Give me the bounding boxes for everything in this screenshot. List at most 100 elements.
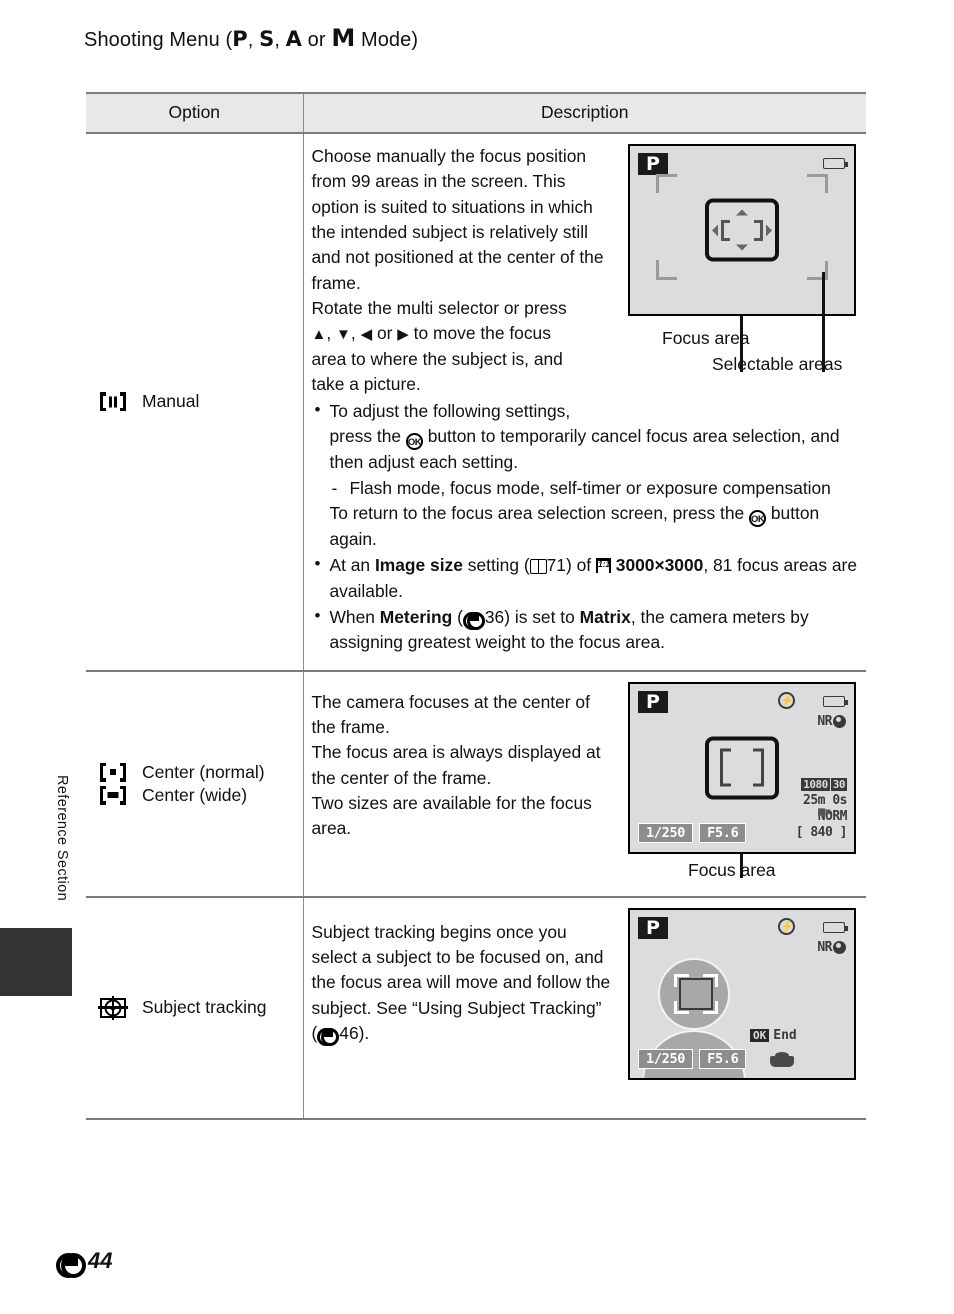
focus-area-manual-icon <box>100 392 126 412</box>
exposure-info-strip: 1/250 F5.6 <box>638 822 747 843</box>
focus-center-normal-icon <box>100 762 126 782</box>
title-or: or <box>302 29 332 51</box>
option-label-center-normal: Center (normal) <box>142 761 265 782</box>
manual-bullet-1-line2b: button to temporarily cancel focus area … <box>329 426 840 473</box>
focus-area-selector <box>705 198 779 262</box>
mode-m: M <box>331 24 356 52</box>
movie-quality-value: 1080 <box>801 777 830 792</box>
movie-quality-indicator: 1080 30 <box>801 777 847 792</box>
section-thumb-tab <box>0 928 72 996</box>
option-label-manual: Manual <box>142 391 200 412</box>
end-label: End <box>773 1027 797 1043</box>
table-row-center: Center (normal) Center (wide) P ⚡ NR 108… <box>86 670 866 898</box>
subject-tracking-icon <box>98 995 128 1020</box>
page-number-value: 44 <box>88 1248 113 1273</box>
tracking-ref-num: 46 <box>339 1022 359 1043</box>
arrow-right-icon: ▶ <box>397 326 409 344</box>
page-title-prefix: Shooting Menu ( <box>84 29 233 51</box>
lens-icon <box>770 1051 794 1067</box>
page-title: Shooting Menu (P, S, A or M Mode) <box>84 24 418 52</box>
option-center-normal: Center (normal) <box>100 762 303 783</box>
image-size-ratio-label: 1:1 <box>597 559 611 570</box>
battery-icon <box>823 158 848 169</box>
selectable-area-corner-tl <box>656 174 677 193</box>
selectable-area-corner-tr <box>807 174 828 193</box>
e-symbol-icon-tracking-ref <box>317 1027 340 1046</box>
mode-badge-p: P <box>638 153 668 175</box>
shutter-speed-value: 1/250 <box>638 822 694 843</box>
figure-subject-tracking-screen: P ⚡ NR OK End 1/250 F5.6 <box>628 907 860 1080</box>
manual-bullet-1-tail: To return to the focus area selection sc… <box>330 501 861 552</box>
manual-bullet-3: When Metering (36) is set to Matrix, the… <box>312 604 861 656</box>
noise-reduction-indicator-tracking: NR <box>817 940 846 955</box>
option-cell-manual: Manual <box>86 133 303 672</box>
focus-area-center <box>705 736 779 800</box>
mode-badge-p-tracking: P <box>638 916 668 939</box>
b3-d: ) is set to <box>504 607 580 627</box>
nr-label-tracking: NR <box>817 939 832 955</box>
b2-c: setting ( <box>462 555 530 576</box>
e-symbol-icon-ref <box>462 612 485 630</box>
movie-fps-value: 30 <box>830 777 847 792</box>
tracking-text-b: ). <box>358 1022 370 1043</box>
center-paragraph-2: The focus area is always displayed at th… <box>311 742 601 788</box>
manual-bullet-1-sub: Flash mode, focus mode, self-timer or ex… <box>330 476 861 502</box>
description-cell-center: P ⚡ NR 1080 30 25m 0s NORM [840] ■▪ 1/… <box>302 670 866 898</box>
column-header-option: Option <box>86 92 303 134</box>
option-label-center-wide: Center (wide) <box>142 784 248 805</box>
manual-paragraph-2: Rotate the multi selector or press ▲, ▼,… <box>311 297 567 394</box>
b3-c: ( <box>452 607 463 627</box>
table-row-manual: Manual P Focus area Selectable areas Cho… <box>86 133 866 672</box>
arrow-down-icon: ▼ <box>336 326 351 344</box>
nr-icon <box>833 714 846 728</box>
shots-remaining-value: [ 840 ] <box>795 825 848 841</box>
option-cell-center: Center (normal) Center (wide) <box>86 670 303 898</box>
section-side-label: Reference Section <box>54 775 70 902</box>
tracking-focus-frame <box>674 973 718 1014</box>
title-sep-1: , <box>247 29 260 51</box>
shutter-speed-value-tracking: 1/250 <box>638 1048 694 1069</box>
option-manual: Manual <box>100 391 303 412</box>
b3-metering: Metering <box>379 607 453 627</box>
b2-d: ) of <box>565 555 596 576</box>
ok-button-icon-2: OK <box>749 510 767 528</box>
manual-bullet-1-lead: To adjust the following settings, <box>329 401 571 422</box>
page-number: 44 <box>56 1248 113 1278</box>
description-cell-manual: P Focus area Selectable areas Choose man… <box>302 133 866 672</box>
title-sep-2: , <box>274 29 286 51</box>
arrow-up-icon: ▲ <box>311 326 327 344</box>
b3-matrix: Matrix <box>579 607 631 627</box>
e-symbol-icon <box>56 1252 86 1278</box>
noise-reduction-indicator: NR <box>817 714 846 729</box>
manual-bullet-list: To adjust the following settings, press … <box>312 398 861 656</box>
option-label-subject-tracking: Subject tracking <box>142 997 267 1018</box>
flash-off-icon: ⚡ <box>778 691 795 709</box>
mode-a: A <box>285 27 303 51</box>
exposure-info-strip-tracking: 1/250 F5.6 <box>638 1048 747 1069</box>
flash-off-icon-tracking: ⚡ <box>778 917 795 935</box>
b2-ref: 71 <box>546 555 566 576</box>
mode-p: P <box>232 27 248 51</box>
aperture-value-tracking: F5.6 <box>699 1048 747 1069</box>
battery-icon-center <box>823 695 848 707</box>
nr-icon-tracking <box>833 940 846 954</box>
center-paragraph-3: Two sizes are available for the focus ar… <box>311 792 592 839</box>
option-subject-tracking: Subject tracking <box>98 995 303 1020</box>
manual-paragraph-1: Choose manually the focus position from … <box>311 146 604 293</box>
book-icon <box>529 559 547 575</box>
caption-center-focus-area: Focus area <box>688 859 776 880</box>
ok-end-hint: OK End <box>750 1028 797 1043</box>
camera-lcd-tracking: P ⚡ NR OK End 1/250 F5.6 <box>628 907 856 1080</box>
arrow-left-icon: ◀ <box>360 326 373 344</box>
center-paragraph-1: The camera focuses at the center of the … <box>311 691 590 737</box>
aperture-value: F5.6 <box>699 822 747 843</box>
page-title-suffix: Mode) <box>355 29 419 51</box>
column-header-description: Description <box>302 92 866 134</box>
tracking-paragraph: Subject tracking begins once you select … <box>312 920 612 1047</box>
figure-center-focus-screen: P ⚡ NR 1080 30 25m 0s NORM [840] ■▪ 1/… <box>628 681 860 880</box>
battery-icon-tracking <box>823 921 848 933</box>
table-row-subject-tracking: Subject tracking P ⚡ NR OK End 1/250 F5.… <box>86 896 866 1120</box>
b3-ref: 36 <box>484 607 505 627</box>
b2-size-value: 3000×3000 <box>615 555 704 576</box>
mode-s: S <box>259 27 275 51</box>
